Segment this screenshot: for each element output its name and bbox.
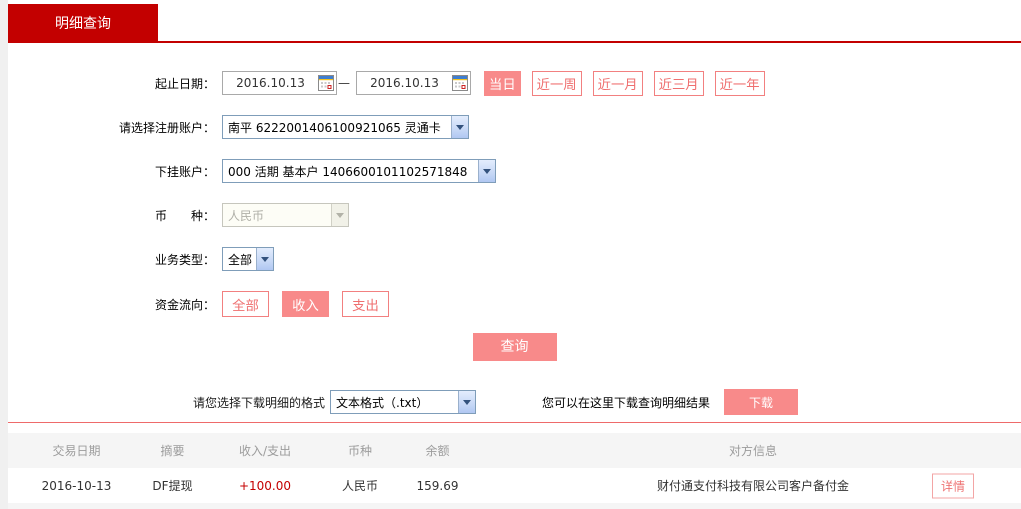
registered-account-label: 请选择注册账户：: [118, 120, 215, 135]
end-date-box: [356, 71, 471, 95]
currency-value: 人民币: [228, 208, 265, 223]
quick-range-year-button[interactable]: 近一年: [714, 70, 765, 96]
currency-label: 币 种：: [154, 208, 215, 223]
query-form: 起止日期： —: [8, 43, 1021, 361]
sub-account-value: 000 活期 基本户 1406600101102571848: [228, 164, 468, 179]
quick-range-3months-button[interactable]: 近三月: [653, 70, 704, 96]
currency-row: 币 种： 人民币: [8, 203, 1021, 227]
quick-range-today-button[interactable]: 当日: [484, 70, 521, 96]
fund-direction-expense-button[interactable]: 支出: [342, 291, 389, 317]
download-row: 请您选择下载明细的格式 文本格式（.txt） 您可以在这里下载查询明细结果 下载: [8, 389, 1021, 415]
download-format-label: 请您选择下载明细的格式: [193, 395, 326, 410]
header-income-expense: 收入/支出: [238, 444, 292, 458]
cell-currency: 人民币: [341, 479, 378, 493]
start-date-box: [222, 71, 337, 95]
header-counterparty: 对方信息: [728, 444, 777, 458]
quick-range-week-button[interactable]: 近一周: [531, 70, 582, 96]
header-currency: 币种: [347, 444, 372, 458]
registered-account-select[interactable]: 南平 6222001406100921065 灵通卡: [222, 115, 469, 139]
sub-account-label: 下挂账户：: [154, 164, 215, 179]
cell-summary: DF提现: [152, 479, 193, 493]
registered-account-value: 南平 6222001406100921065 灵通卡: [228, 120, 441, 135]
header-transaction-date: 交易日期: [52, 444, 101, 458]
sub-account-select[interactable]: 000 活期 基本户 1406600101102571848: [222, 159, 496, 183]
download-format-select[interactable]: 文本格式（.txt）: [330, 390, 477, 414]
download-hint: 您可以在这里下载查询明细结果: [542, 395, 711, 410]
fund-direction-row: 资金流向： 全部 收入 支出: [8, 291, 1021, 317]
query-button[interactable]: 查询: [472, 333, 557, 361]
page-container: 明细查询 起止日期： —: [8, 0, 1021, 509]
download-button[interactable]: 下载: [724, 389, 799, 415]
sub-account-row: 下挂账户： 000 活期 基本户 1406600101102571848: [8, 159, 1021, 183]
fund-direction-label: 资金流向：: [154, 297, 215, 312]
business-type-value: 全部: [228, 252, 253, 267]
registered-account-row: 请选择注册账户： 南平 6222001406100921065 灵通卡: [8, 115, 1021, 139]
table-row: 2016-10-13 DF提现 +100.00 人民币 159.69 财付通支付…: [8, 468, 1021, 503]
detail-button[interactable]: 详情: [932, 473, 974, 498]
business-type-row: 业务类型： 全部: [8, 247, 1021, 271]
calendar-icon[interactable]: [452, 75, 468, 91]
tab-detail-query[interactable]: 明细查询: [8, 4, 158, 41]
chevron-down-icon: [256, 248, 273, 270]
header-balance: 余额: [425, 444, 450, 458]
header-summary: 摘要: [160, 444, 185, 458]
table-footer-strip: [8, 503, 1021, 509]
cell-amount: +100.00: [238, 478, 292, 493]
chevron-down-icon: [331, 204, 348, 226]
cell-transaction-date: 2016-10-13: [41, 478, 112, 493]
date-separator: —: [338, 76, 350, 90]
table-header: 交易日期 摘要 收入/支出 币种 余额 对方信息: [8, 433, 1021, 468]
chevron-down-icon: [451, 116, 468, 138]
fund-direction-income-button[interactable]: 收入: [282, 291, 329, 317]
currency-select: 人民币: [222, 203, 349, 227]
section-divider: [8, 422, 1021, 423]
download-format-value: 文本格式（.txt）: [336, 395, 429, 410]
business-type-select[interactable]: 全部: [222, 247, 274, 271]
calendar-icon[interactable]: [318, 75, 334, 91]
end-date-input[interactable]: [357, 72, 452, 94]
fund-direction-all-button[interactable]: 全部: [222, 291, 269, 317]
chevron-down-icon: [458, 391, 476, 413]
date-range-row: 起止日期： —: [8, 70, 1021, 96]
quick-range-month-button[interactable]: 近一月: [592, 70, 643, 96]
business-type-label: 业务类型：: [154, 252, 215, 267]
cell-balance: 159.69: [416, 478, 459, 493]
date-range-label: 起止日期：: [154, 76, 215, 91]
chevron-down-icon: [478, 160, 495, 182]
tab-bar: 明细查询: [8, 0, 1021, 43]
start-date-input[interactable]: [223, 72, 318, 94]
